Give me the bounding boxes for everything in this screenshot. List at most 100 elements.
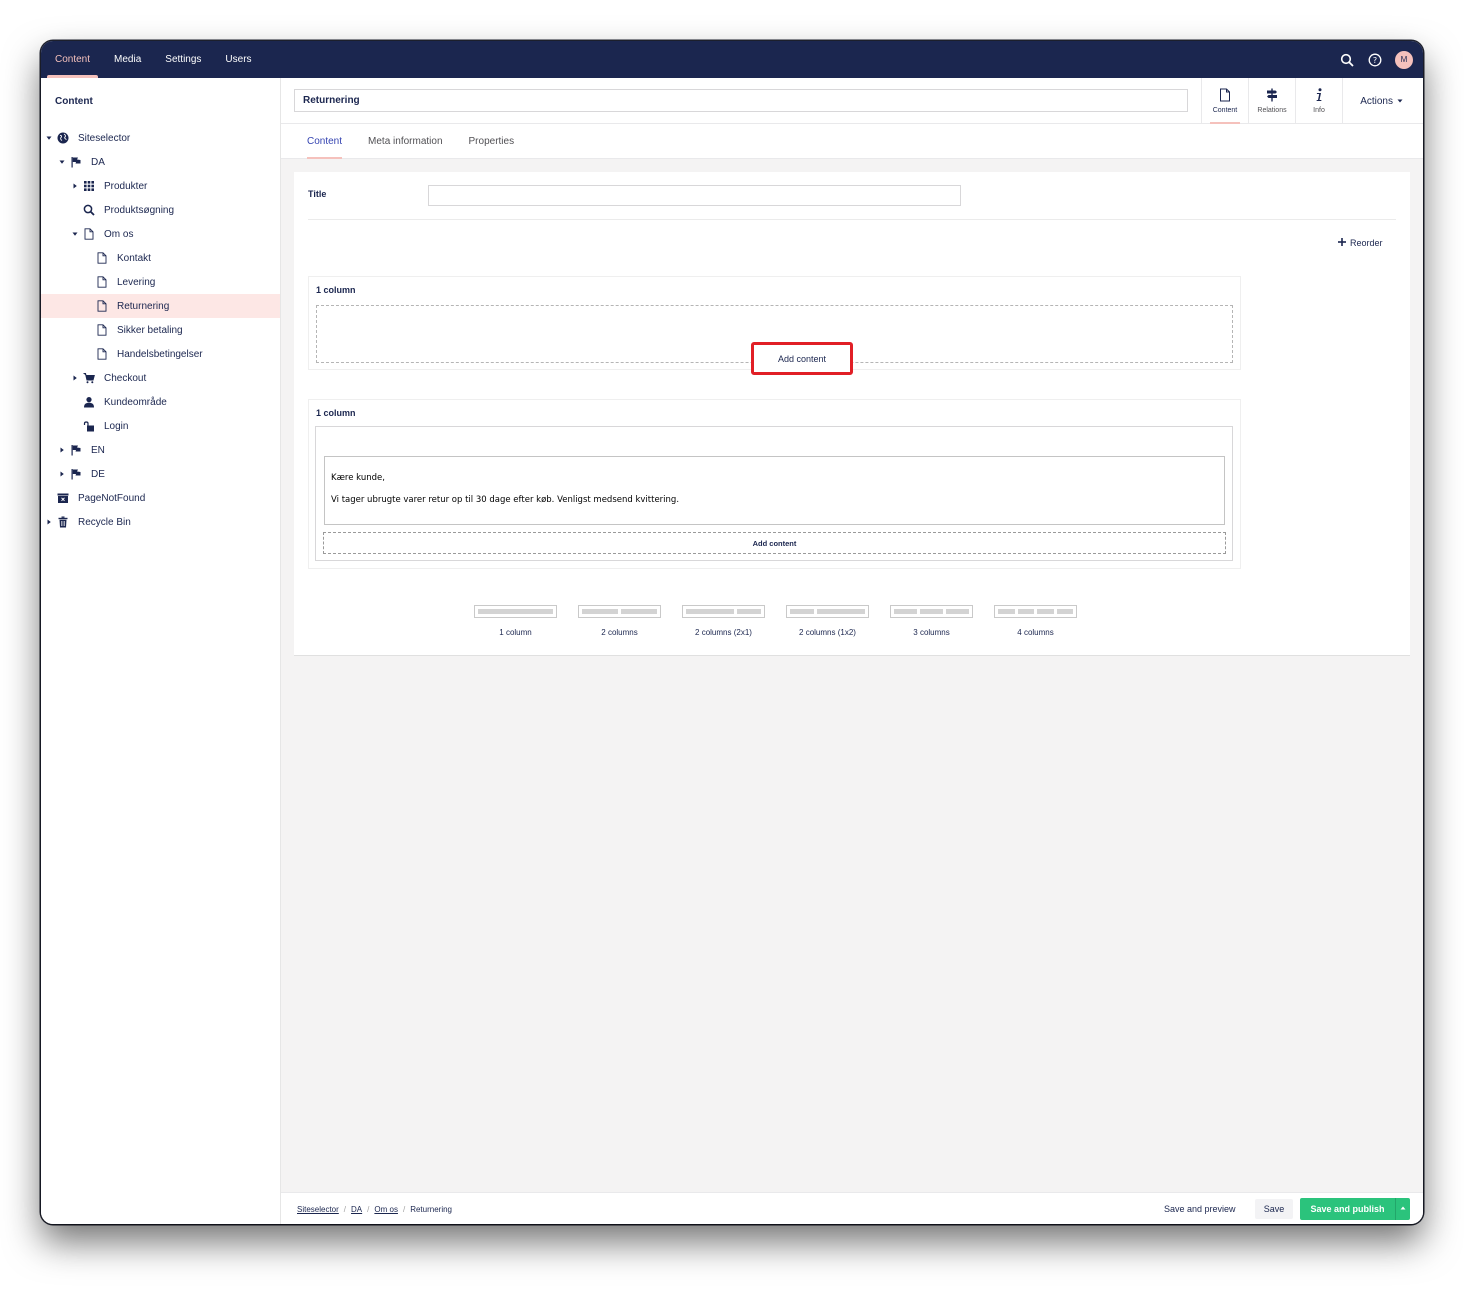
content-apps: Content Relations Info (1201, 78, 1343, 124)
caret-down-icon[interactable] (71, 230, 79, 238)
rte-line: Kære kunde, (331, 473, 385, 483)
layout-4-columns[interactable]: 4 columns (994, 605, 1077, 637)
tree-item-en[interactable]: EN (41, 438, 280, 462)
app-info[interactable]: Info (1296, 78, 1343, 124)
tree-item-label: Returnering (117, 300, 170, 312)
grid-row-2: 1 column Kære kunde, Vi tager ubrugte va… (308, 399, 1241, 569)
tree-item-label: Handelsbetingelser (117, 348, 203, 360)
tab-content[interactable]: Content (297, 124, 352, 159)
tree-item-label: Kontakt (117, 252, 151, 264)
caret-down-icon[interactable] (58, 158, 66, 166)
title-input[interactable] (428, 185, 961, 206)
add-content-button-small[interactable]: Add content (323, 532, 1226, 554)
app-relations-label: Relations (1257, 107, 1287, 114)
tree-item-handelsbetingelser[interactable]: Handelsbetingelser (41, 342, 280, 366)
reorder-label: Reorder (1350, 238, 1383, 248)
tab-properties[interactable]: Properties (459, 124, 525, 159)
tree-item-kontakt[interactable]: Kontakt (41, 246, 280, 270)
tree-item-de[interactable]: DE (41, 462, 280, 486)
layout-preview (682, 605, 765, 618)
nav-media[interactable]: Media (104, 41, 151, 78)
row-1-label: 1 column (316, 285, 356, 295)
document-icon (95, 323, 109, 337)
tree-item-recycle-bin[interactable]: Recycle Bin (41, 510, 280, 534)
document-icon (82, 227, 96, 241)
node-name-input[interactable] (294, 89, 1188, 112)
caret-spacer (84, 278, 92, 286)
caret-right-icon[interactable] (71, 374, 79, 382)
actions-menu[interactable]: Actions (1360, 78, 1403, 124)
row-2-label: 1 column (316, 408, 356, 418)
caret-right-icon[interactable] (58, 470, 66, 478)
layout-preview (890, 605, 973, 618)
breadcrumb-item[interactable]: Siteselector (297, 1205, 339, 1214)
tree-item-levering[interactable]: Levering (41, 270, 280, 294)
breadcrumb-separator: / (402, 1204, 406, 1214)
breadcrumb: Siteselector / DA / Om os / Returnering (297, 1193, 452, 1224)
app-content[interactable]: Content (1202, 78, 1249, 124)
content-panel: Title Reorder 1 column Add content 1 col… (294, 172, 1410, 656)
trash-icon (56, 515, 70, 529)
svg-text:?: ? (1373, 56, 1377, 65)
nav-users[interactable]: Users (215, 41, 261, 78)
tree-item-checkout[interactable]: Checkout (41, 366, 280, 390)
tree-item-produkter[interactable]: Produkter (41, 174, 280, 198)
save-button[interactable]: Save (1255, 1199, 1293, 1219)
save-and-preview-button[interactable]: Save and preview (1156, 1199, 1244, 1219)
plus-icon (1338, 238, 1346, 248)
publish-options-button[interactable] (1395, 1198, 1410, 1220)
reorder-button[interactable]: Reorder (1338, 238, 1383, 248)
caret-right-icon[interactable] (71, 182, 79, 190)
user-icon (82, 395, 96, 409)
layout-2-columns[interactable]: 2 columns (578, 605, 661, 637)
top-bar: Content Media Settings Users ? M (41, 41, 1423, 78)
rich-text-editor[interactable]: Kære kunde, Vi tager ubrugte varer retur… (324, 456, 1225, 525)
caret-down-icon (1397, 96, 1403, 107)
editor-footer: Siteselector / DA / Om os / Returnering … (281, 1192, 1423, 1224)
layout-2-columns-1x2[interactable]: 2 columns (1x2) (786, 605, 869, 637)
breadcrumb-item[interactable]: DA (351, 1205, 362, 1214)
tree-item-label: Checkout (104, 372, 147, 384)
app-relations[interactable]: Relations (1249, 78, 1296, 124)
empty-cell: Add content (316, 305, 1233, 375)
tree-item-login[interactable]: Login (41, 414, 280, 438)
layout-label: 1 column (499, 628, 532, 637)
tree-item-label: DA (91, 156, 105, 168)
caret-right-icon[interactable] (58, 446, 66, 454)
tree-item-returnering[interactable]: Returnering (41, 294, 280, 318)
grid-cell: Kære kunde, Vi tager ubrugte varer retur… (315, 426, 1233, 561)
tree-item-label: Om os (104, 228, 134, 240)
layout-2-columns-2x1[interactable]: 2 columns (2x1) (682, 605, 765, 637)
layout-3-columns[interactable]: 3 columns (890, 605, 973, 637)
title-label: Title (308, 189, 327, 199)
document-icon (95, 275, 109, 289)
tree-item-siteselector[interactable]: Siteselector (41, 126, 280, 150)
search-icon[interactable] (1339, 52, 1355, 68)
nav-content[interactable]: Content (45, 41, 100, 78)
grid-row-1: 1 column Add content (308, 276, 1241, 375)
sidebar-title: Content (55, 96, 93, 107)
editor-tabs: Content Meta information Properties (281, 124, 1423, 159)
page-not-found-icon (56, 491, 70, 505)
layout-preview (578, 605, 661, 618)
tree-item-pagenotfound[interactable]: PageNotFound (41, 486, 280, 510)
tree-item-produktsøgning[interactable]: Produktsøgning (41, 198, 280, 222)
tree-item-sikker-betaling[interactable]: Sikker betaling (41, 318, 280, 342)
caret-down-icon[interactable] (45, 134, 53, 142)
tree-item-da[interactable]: DA (41, 150, 280, 174)
nav-settings[interactable]: Settings (155, 41, 211, 78)
help-icon[interactable]: ? (1367, 52, 1383, 68)
tab-meta-information[interactable]: Meta information (358, 124, 452, 159)
tree-item-om-os[interactable]: Om os (41, 222, 280, 246)
tree-item-label: Siteselector (78, 132, 131, 144)
caret-right-icon[interactable] (45, 518, 53, 526)
avatar[interactable]: M (1395, 50, 1413, 69)
layout-preview (786, 605, 869, 618)
add-content-button[interactable]: Add content (751, 342, 853, 375)
app-content-label: Content (1212, 107, 1238, 114)
breadcrumb-item[interactable]: Om os (374, 1205, 398, 1214)
layout-1-column[interactable]: 1 column (474, 605, 557, 637)
tree-item-kundeområde[interactable]: Kundeområde (41, 390, 280, 414)
save-and-publish-button[interactable]: Save and publish (1300, 1198, 1395, 1220)
layout-label: 3 columns (913, 628, 950, 637)
